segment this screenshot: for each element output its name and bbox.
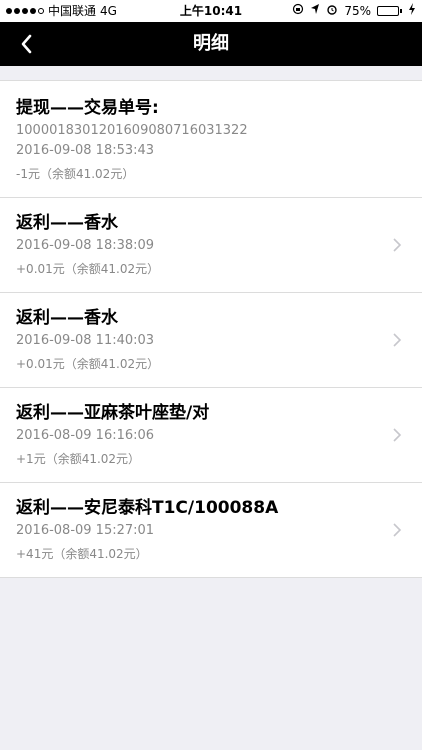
chevron-left-icon [21, 34, 32, 54]
chevron-right-icon [393, 333, 402, 347]
item-datetime: 2016-09-08 18:38:09 [16, 238, 155, 253]
list-item[interactable]: 返利——亚麻茶叶座垫/对 2016-08-09 16:16:06 +1元（余额4… [0, 388, 422, 483]
nav-bar: 明细 [0, 22, 422, 66]
item-amount: +41元（余额41.02元） [16, 547, 148, 561]
item-datetime: 2016-08-09 15:27:01 [16, 523, 155, 538]
item-amount: +0.01元（余额41.02元） [16, 357, 160, 371]
item-title: 提现——交易单号: [16, 98, 159, 118]
item-amount: +1元（余额41.02元） [16, 452, 141, 466]
status-right: 75% [292, 0, 416, 22]
item-datetime: 2016-08-09 16:16:06 [16, 428, 155, 443]
back-button[interactable] [14, 22, 38, 66]
chevron-right-icon [393, 238, 402, 252]
location-icon [310, 0, 320, 22]
list-item[interactable]: 返利——香水 2016-09-08 11:40:03 +0.01元（余额41.0… [0, 293, 422, 388]
order-number: 1000018301201609080716031322 [16, 123, 248, 138]
item-amount: -1元（余额41.02元） [16, 167, 135, 181]
item-title: 返利——香水 [16, 308, 118, 328]
list-item[interactable]: 返利——香水 2016-09-08 18:38:09 +0.01元（余额41.0… [0, 198, 422, 293]
item-datetime: 2016-09-08 18:53:43 [16, 143, 155, 158]
item-datetime: 2016-09-08 11:40:03 [16, 333, 155, 348]
battery-percent: 75% [344, 4, 371, 18]
item-title: 返利——安尼泰科T1C/100088A [16, 498, 279, 518]
list-item[interactable]: 返利——安尼泰科T1C/100088A 2016-08-09 15:27:01 … [0, 483, 422, 577]
lock-rotation-icon [292, 0, 304, 22]
item-amount: +0.01元（余额41.02元） [16, 262, 160, 276]
chevron-right-icon [393, 428, 402, 442]
status-bar: 中国联通 4G 上午10:41 75% [0, 0, 422, 22]
chevron-right-icon [393, 523, 402, 537]
item-title: 返利——香水 [16, 213, 118, 233]
page-title: 明细 [193, 33, 229, 54]
battery-icon [377, 6, 402, 16]
charging-icon [408, 0, 416, 22]
alarm-icon [326, 0, 338, 22]
item-title: 返利——亚麻茶叶座垫/对 [16, 403, 210, 423]
transaction-list: 提现——交易单号: 1000018301201609080716031322 2… [0, 80, 422, 578]
list-item: 提现——交易单号: 1000018301201609080716031322 2… [0, 81, 422, 198]
